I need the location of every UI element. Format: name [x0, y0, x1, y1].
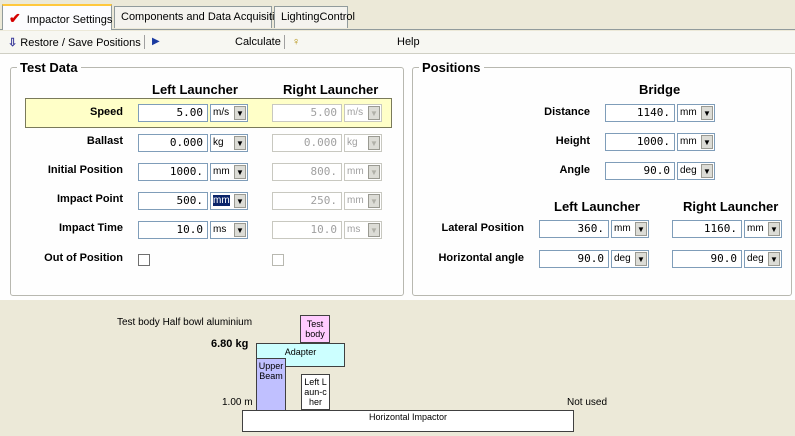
impact-point-left-unit-select[interactable]: mm ▼	[210, 192, 248, 210]
positions-right-launcher-header: Right Launcher	[683, 199, 779, 214]
angle-label: Angle	[559, 164, 590, 176]
ballast-label: Ballast	[86, 135, 123, 147]
chevron-down-icon[interactable]: ▼	[768, 222, 780, 236]
lateral-left-input[interactable]: 360.	[539, 220, 609, 238]
chevron-down-icon[interactable]: ▼	[234, 106, 246, 120]
chevron-down-icon: ▼	[368, 165, 380, 179]
help-button[interactable]: Help	[397, 36, 420, 48]
speed-label: Speed	[89, 106, 123, 118]
restore-save-label: Restore / Save Positions	[20, 37, 141, 49]
tab-bar: ✔ Impactor Settings Components and Data A…	[0, 0, 795, 30]
positions-legend: Positions	[422, 60, 481, 75]
right-launcher-header: Right Launcher	[283, 82, 379, 97]
upper-beam-box: Upper Beam	[256, 358, 286, 418]
download-icon: ⇩	[8, 37, 18, 49]
horizontal-angle-left-unit-select[interactable]: deg ▼	[611, 250, 649, 268]
speed-right-unit-select: m/s ▼	[344, 104, 382, 122]
ballast-left-unit-select[interactable]: kg ▼	[210, 134, 248, 152]
horizontal-angle-label: Horizontal angle	[438, 252, 524, 264]
play-icon[interactable]: ▶	[152, 36, 160, 47]
out-of-position-right-checkbox	[272, 254, 284, 266]
toolbar-separator	[144, 35, 145, 49]
lateral-position-label: Lateral Position	[441, 222, 524, 234]
calculate-button[interactable]: Calculate	[235, 36, 281, 48]
tab-components-data-acquisition[interactable]: Components and Data Acquisition	[114, 6, 287, 28]
initial-position-left-unit-select[interactable]: mm ▼	[210, 163, 248, 181]
initial-position-label: Initial Position	[47, 164, 123, 176]
toolbar-separator	[284, 35, 285, 49]
chevron-down-icon[interactable]: ▼	[234, 223, 246, 237]
out-of-position-label: Out of Position	[44, 252, 123, 264]
impact-point-right-unit-select: mm ▼	[344, 192, 382, 210]
tab-lighting-control[interactable]: LightingControl	[274, 6, 355, 28]
tab-label: Components and Data Acquisition	[121, 11, 287, 23]
chevron-down-icon: ▼	[368, 194, 380, 208]
chevron-down-icon: ▼	[368, 136, 380, 150]
positions-left-launcher-header: Left Launcher	[554, 199, 640, 214]
mass-label: 6.80 kg	[211, 338, 249, 350]
test-body-caption: Test body Half bowl aluminium	[117, 317, 253, 328]
chevron-down-icon[interactable]: ▼	[701, 106, 713, 120]
impact-time-right-unit-select: ms ▼	[344, 221, 382, 239]
not-used-label: Not used	[567, 397, 608, 408]
tab-label: LightingControl	[281, 11, 355, 23]
distance-label: Distance	[544, 106, 590, 118]
initial-position-left-input[interactable]: 1000.	[138, 163, 208, 181]
chevron-down-icon: ▼	[368, 223, 380, 237]
lateral-right-input[interactable]: 1160.	[672, 220, 742, 238]
lateral-right-unit-select[interactable]: mm ▼	[744, 220, 782, 238]
left-launcher-box: Left Laun-cher	[301, 374, 330, 410]
horizontal-angle-right-input[interactable]: 90.0	[672, 250, 742, 268]
horizontal-impactor-box: Horizontal Impactor	[242, 410, 574, 432]
impact-point-left-input[interactable]: 500.	[138, 192, 208, 210]
impact-point-right-input: 250.	[272, 192, 342, 210]
impact-time-left-unit-select[interactable]: ms ▼	[210, 221, 248, 239]
height-unit-select[interactable]: mm ▼	[677, 133, 715, 151]
horizontal-angle-left-input[interactable]: 90.0	[539, 250, 609, 268]
ballast-right-input: 0.000	[272, 134, 342, 152]
restore-save-button[interactable]: ⇩ Restore / Save Positions	[8, 36, 141, 49]
ballast-right-unit-select: kg ▼	[344, 134, 382, 152]
speed-right-input: 5.00	[272, 104, 342, 122]
chevron-down-icon[interactable]: ▼	[635, 222, 647, 236]
chevron-down-icon[interactable]: ▼	[701, 164, 713, 178]
impact-time-label: Impact Time	[59, 222, 123, 234]
chevron-down-icon[interactable]: ▼	[635, 252, 647, 266]
horizontal-angle-right-unit-select[interactable]: deg ▼	[744, 250, 782, 268]
distance-input[interactable]: 1140.	[605, 104, 675, 122]
lateral-left-unit-select[interactable]: mm ▼	[611, 220, 649, 238]
impact-time-right-input: 10.0	[272, 221, 342, 239]
bridge-header: Bridge	[639, 82, 681, 97]
left-launcher-header: Left Launcher	[152, 82, 238, 97]
chevron-down-icon[interactable]: ▼	[701, 135, 713, 149]
chevron-down-icon[interactable]: ▼	[768, 252, 780, 266]
test-body-box: Test body	[300, 315, 330, 343]
speed-left-input[interactable]: 5.00	[138, 104, 208, 122]
checkmark-icon: ✔	[9, 10, 21, 26]
tab-impactor-settings[interactable]: ✔ Impactor Settings	[2, 4, 112, 30]
height-input[interactable]: 1000.	[605, 133, 675, 151]
tab-divider	[0, 29, 795, 30]
height-label: Height	[555, 135, 590, 147]
impact-point-label: Impact Point	[56, 193, 123, 205]
speed-left-unit-select[interactable]: m/s ▼	[210, 104, 248, 122]
test-data-legend: Test Data	[20, 60, 78, 75]
chevron-down-icon[interactable]: ▼	[234, 165, 246, 179]
chevron-down-icon: ▼	[368, 106, 380, 120]
out-of-position-left-checkbox[interactable]	[138, 254, 150, 266]
toolbar: ⇩ Restore / Save Positions ▶ Calculate ♀…	[0, 31, 795, 54]
distance-unit-select[interactable]: mm ▼	[677, 104, 715, 122]
chevron-down-icon[interactable]: ▼	[234, 194, 246, 208]
chevron-down-icon[interactable]: ▼	[234, 136, 246, 150]
initial-position-right-input: 800.	[272, 163, 342, 181]
ballast-left-input[interactable]: 0.000	[138, 134, 208, 152]
height-marker-label: 1.00 m	[222, 397, 253, 408]
tab-label: Impactor Settings	[26, 14, 113, 26]
angle-unit-select[interactable]: deg ▼	[677, 162, 715, 180]
help-icon[interactable]: ♀	[292, 36, 300, 48]
initial-position-right-unit-select: mm ▼	[344, 163, 382, 181]
impact-time-left-input[interactable]: 10.0	[138, 221, 208, 239]
angle-input[interactable]: 90.0	[605, 162, 675, 180]
